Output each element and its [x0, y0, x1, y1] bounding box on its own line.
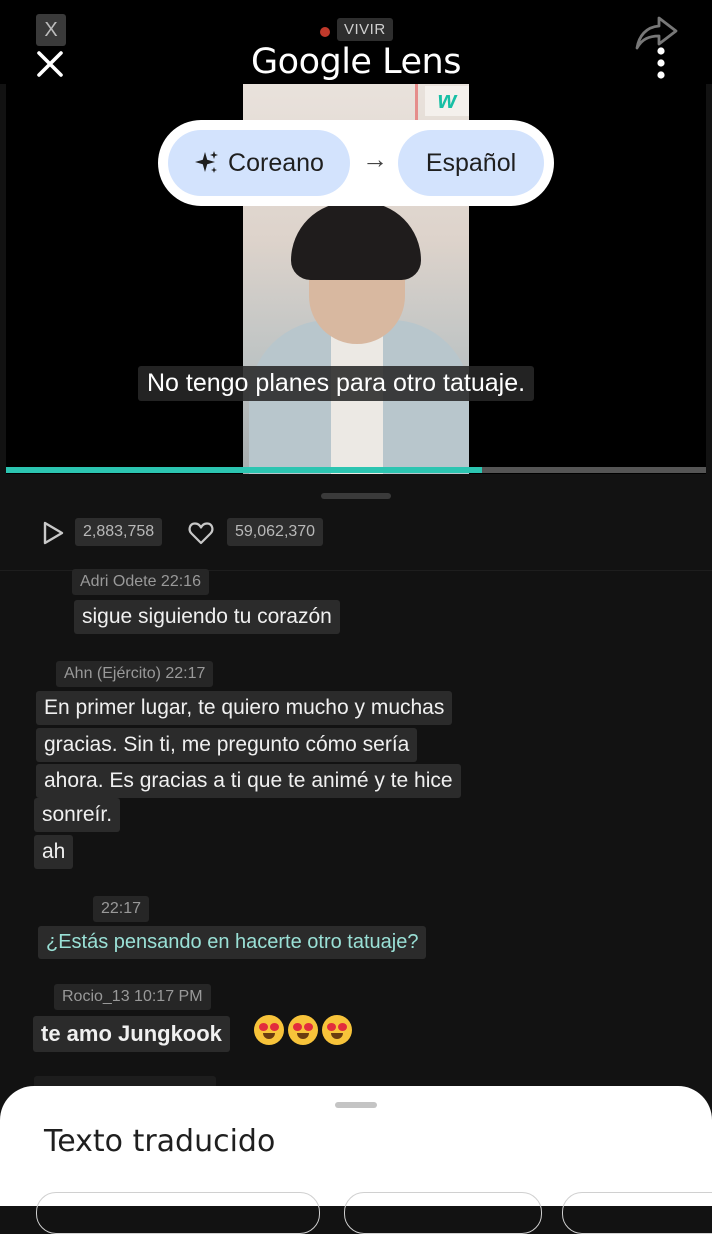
- comment-meta: Rocio_13 10:17 PM: [54, 984, 211, 1010]
- heart-icon: [188, 520, 214, 546]
- comment-text: sigue siguiendo tu corazón: [74, 600, 340, 634]
- heart-eyes-emoji-icon: [288, 1015, 318, 1045]
- comment-text: sonreír.: [34, 798, 121, 832]
- live-dot-icon: [320, 27, 330, 37]
- heart-eyes-emoji-icon: [322, 1015, 352, 1045]
- sheet-action-chip[interactable]: [344, 1192, 542, 1234]
- person-hair: [291, 202, 421, 280]
- language-selector: Coreano → Español: [158, 120, 554, 206]
- heart-eyes-emoji-icon: [254, 1015, 284, 1045]
- comment-text: ahora. Es gracias a ti que te animé y te…: [36, 764, 461, 798]
- comment-meta: Ahn (Ejército) 22:17: [56, 661, 214, 687]
- comment-meta: 22:17: [93, 896, 150, 922]
- comment-text: gracias. Sin ti, me pregunto cómo sería: [36, 728, 418, 762]
- drag-handle[interactable]: [321, 493, 391, 499]
- sheet-title: Texto traducido: [44, 1124, 276, 1159]
- like-count: 59,062,370: [227, 518, 324, 546]
- video-progress-bar[interactable]: [6, 467, 706, 473]
- translated-text-sheet[interactable]: Texto traducido: [0, 1086, 712, 1234]
- comment-text: ¿Estás pensando en hacerte otro tatuaje?: [38, 926, 427, 959]
- app-title: Google Lens: [251, 42, 461, 82]
- sheet-action-chip[interactable]: [36, 1192, 320, 1234]
- target-language-chip[interactable]: Español: [398, 130, 544, 196]
- sheet-action-chip[interactable]: [562, 1192, 712, 1234]
- source-language-label: Coreano: [228, 148, 324, 177]
- sheet-drag-handle[interactable]: [335, 1102, 377, 1108]
- more-vert-icon[interactable]: [656, 46, 666, 80]
- heart-eyes-emojis: [254, 1015, 352, 1049]
- weverse-logo: w: [425, 86, 469, 116]
- video-progress-fill: [6, 467, 482, 473]
- play-icon: [40, 520, 66, 546]
- source-language-chip[interactable]: Coreano: [168, 130, 350, 196]
- comment-text: En primer lugar, te quiero mucho y mucha…: [36, 691, 453, 725]
- swap-arrow-icon: →: [362, 144, 388, 174]
- comment-text: ah: [34, 835, 74, 869]
- person-shirt: [331, 336, 383, 474]
- target-language-label: Español: [425, 148, 517, 177]
- live-badge: VIVIR: [337, 18, 393, 41]
- sparkle-icon: [195, 151, 219, 173]
- translated-subtitle: No tengo planes para otro tatuaje.: [138, 366, 535, 401]
- comment-meta: Adri Odete 22:16: [72, 569, 209, 595]
- comment-text: te amo Jungkook: [33, 1016, 230, 1052]
- play-count: 2,883,758: [75, 518, 163, 546]
